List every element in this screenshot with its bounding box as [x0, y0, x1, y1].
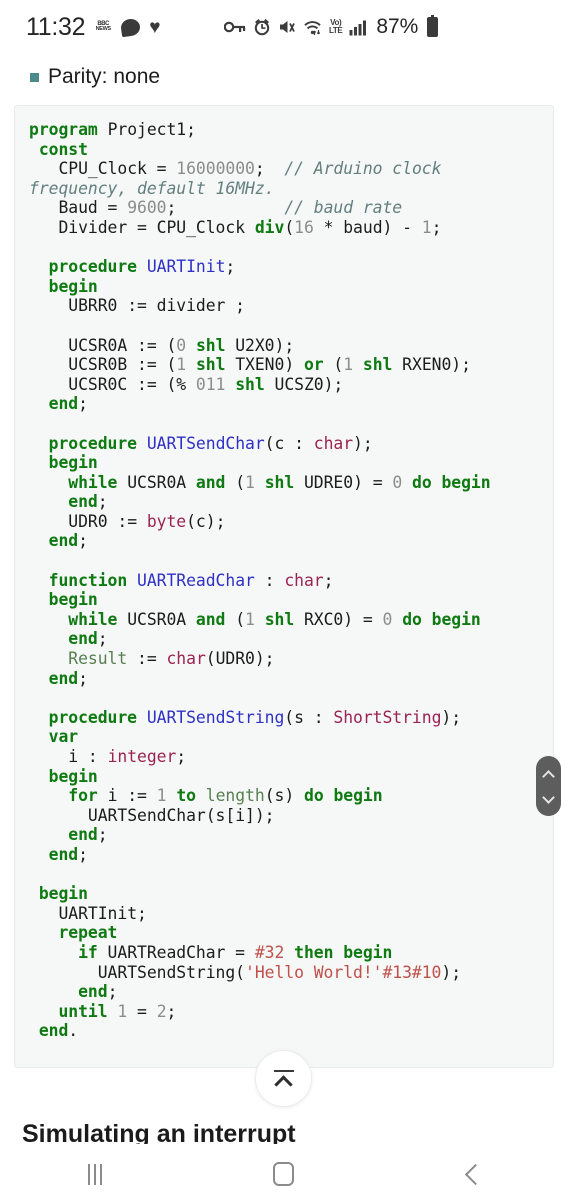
parity-list-item: Parity: none	[0, 54, 568, 94]
nav-recents-button[interactable]	[0, 1148, 189, 1200]
next-section-heading-text: Simulating an interrupt	[22, 1122, 296, 1144]
android-nav-bar	[0, 1148, 568, 1200]
status-bar-left: 11:32 BBC NEWS ♥	[26, 13, 161, 42]
scroll-to-top-chevron	[273, 1074, 293, 1094]
status-clock: 11:32	[26, 12, 86, 41]
status-bar: 11:32 BBC NEWS ♥ Vo) LTE 87%	[0, 0, 568, 54]
scroll-pill-handle[interactable]	[536, 756, 561, 816]
chevron-up-icon[interactable]	[543, 771, 554, 778]
phone-screen: 11:32 BBC NEWS ♥ Vo) LTE 87% Parity: non…	[0, 0, 568, 1200]
battery-percent-label: 87%	[376, 15, 419, 38]
chevron-down-icon[interactable]	[543, 794, 554, 801]
home-icon	[273, 1162, 295, 1186]
code-content: program Project1; const CPU_Clock = 1600…	[29, 120, 491, 1041]
bbc-news-icon-line2: NEWS	[95, 26, 112, 33]
wifi-icon	[303, 19, 322, 36]
mute-icon	[278, 18, 296, 36]
bullet-square-icon	[30, 72, 39, 82]
nav-home-button[interactable]	[189, 1148, 378, 1200]
heart-icon: ♥	[149, 16, 161, 38]
recents-icon	[87, 1163, 102, 1185]
status-bar-right: Vo) LTE 87%	[224, 0, 439, 54]
scroll-to-top-bar	[273, 1069, 294, 1072]
parity-label: Parity: none	[48, 65, 161, 88]
key-icon	[224, 19, 246, 35]
scroll-to-top-icon	[271, 1068, 297, 1094]
back-icon	[465, 1163, 487, 1185]
next-section-heading: Simulating an interrupt	[22, 1122, 542, 1144]
volte-icon: Vo) LTE	[329, 19, 343, 35]
chat-bubble-icon	[120, 17, 142, 37]
nav-back-button[interactable]	[379, 1148, 568, 1200]
signal-bars-icon	[349, 19, 368, 36]
volte-icon-line2: LTE	[329, 26, 343, 35]
battery-icon	[427, 15, 439, 37]
scroll-to-top-button[interactable]	[255, 1050, 312, 1107]
code-block[interactable]: program Project1; const CPU_Clock = 1600…	[14, 105, 554, 1068]
alarm-icon	[253, 18, 271, 36]
bbc-news-icon: BBC NEWS	[94, 19, 112, 35]
